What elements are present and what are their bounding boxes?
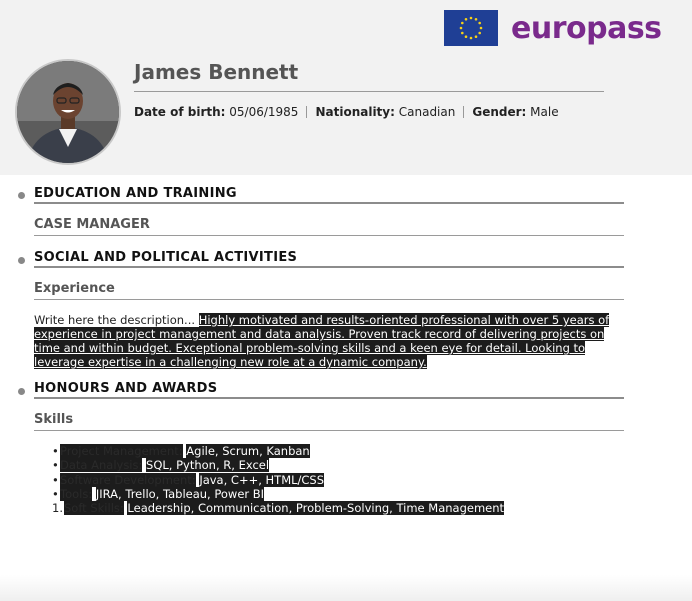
candidate-name: James Bennett (134, 60, 299, 84)
section-bullet (18, 388, 25, 395)
skill-value: Agile, Scrum, Kanban (186, 444, 310, 458)
gender-label: Gender: (472, 105, 527, 119)
europass-logo: europass (444, 10, 662, 46)
dob-label: Date of birth: (134, 105, 226, 119)
personal-info: Date of birth: 05/06/1985 Nationality: C… (134, 105, 559, 119)
list-marker: 1. (52, 501, 63, 516)
skill-label: Tools: (60, 486, 93, 501)
list-item: •Software Development: Java, C++, HTML/C… (52, 472, 504, 487)
subtitle-divider (34, 299, 624, 300)
skill-value: SQL, Python, R, Excel (146, 458, 270, 473)
list-marker: • (52, 486, 59, 501)
skill-label: Data Analysis: (60, 458, 143, 473)
list-marker: • (52, 458, 59, 473)
info-separator (463, 106, 465, 118)
section-bullet (18, 257, 25, 264)
list-marker: • (52, 444, 59, 458)
section-title: HONOURS AND AWARDS (34, 381, 218, 396)
dob-value: 05/06/1985 (229, 105, 299, 119)
skill-value: Java, C++, HTML/CSS (199, 472, 325, 487)
info-separator (306, 106, 308, 118)
list-item: •Tools: JIRA, Trello, Tableau, Power BI (52, 486, 504, 501)
section-subtitle: Experience (34, 281, 115, 296)
experience-description: Write here the description... Highly mot… (34, 313, 614, 369)
section-title: EDUCATION AND TRAINING (34, 186, 237, 201)
skill-label: Soft Skills: (64, 501, 124, 516)
list-item: 1.Soft Skills: Leadership, Communication… (52, 501, 505, 516)
nationality-label: Nationality: (315, 105, 395, 119)
skill-value: Leadership, Communication, Problem-Solvi… (127, 501, 505, 516)
section-subtitle: CASE MANAGER (34, 217, 150, 232)
section-bullet (18, 192, 25, 199)
list-item: •Project Management: Agile, Scrum, Kanba… (52, 444, 504, 458)
logo-text: europass (511, 10, 662, 46)
nationality-value: Canadian (398, 105, 456, 119)
skill-label: Project Management: (60, 444, 183, 458)
eu-flag-icon (444, 10, 498, 46)
page-bottom-fade (0, 575, 692, 601)
section-subtitle: Skills (34, 412, 74, 427)
skills-list: •Project Management: Agile, Scrum, Kanba… (52, 444, 505, 516)
section-title: SOCIAL AND POLITICAL ACTIVITIES (34, 250, 298, 265)
list-item: •Data Analysis: SQL, Python, R, Excel (52, 458, 504, 473)
subtitle-divider (34, 430, 624, 431)
skill-value: JIRA, Trello, Tableau, Power BI (95, 486, 265, 501)
cv-header: europass James Bennett Date of birth: 05… (0, 0, 692, 175)
gender-value: Male (530, 105, 559, 119)
list-marker: • (52, 472, 59, 487)
description-placeholder: Write here the description... (34, 313, 196, 327)
section-divider (34, 397, 624, 399)
name-divider (134, 91, 604, 92)
avatar (15, 59, 121, 165)
section-divider (34, 266, 624, 268)
skill-label: Software Development: (60, 472, 196, 487)
subtitle-divider (34, 235, 624, 236)
section-divider (34, 202, 624, 204)
